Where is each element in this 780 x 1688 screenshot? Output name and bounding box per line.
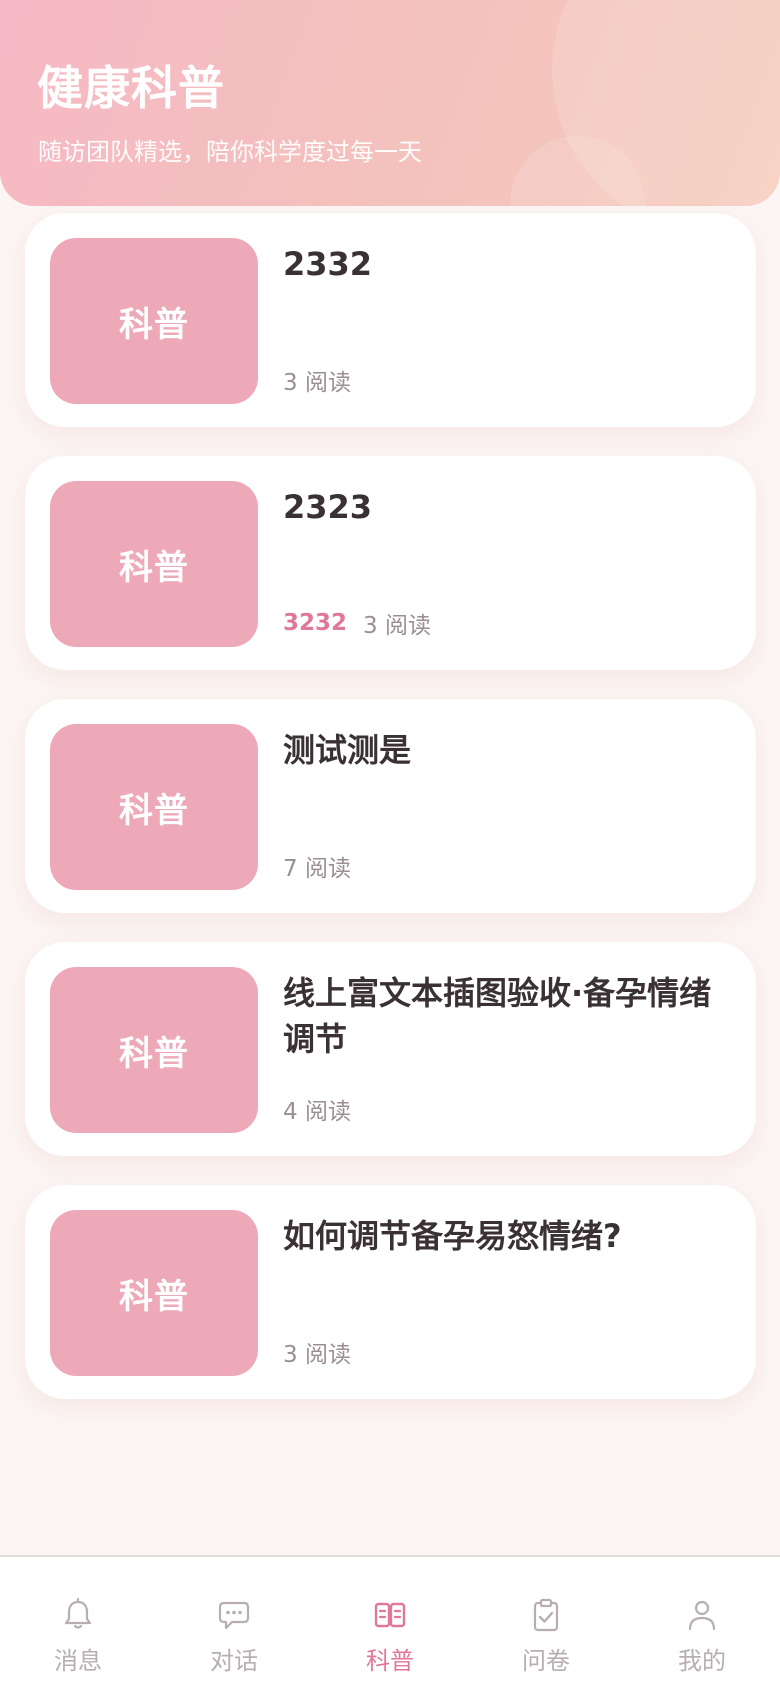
article-thumbnail: 科普 bbox=[50, 1210, 258, 1376]
bottom-tab-bar: 消息 对话 科普 问卷 我的 bbox=[0, 1555, 780, 1688]
article-meta: 3 阅读 bbox=[283, 363, 351, 397]
article-meta: 3232 3 阅读 bbox=[283, 606, 431, 640]
article-tag: 3232 bbox=[283, 610, 348, 636]
chat-bubble-icon bbox=[218, 1601, 250, 1630]
article-card[interactable]: 科普 2332 3 阅读 bbox=[25, 213, 756, 427]
page: 健康科普 随访团队精选，陪你科学度过每一天 科普 2332 3 阅读 科普 23… bbox=[0, 0, 780, 1688]
tab-label: 消息 bbox=[54, 1647, 102, 1675]
article-title: 测试测是 bbox=[283, 731, 412, 769]
article-card[interactable]: 科普 如何调节备孕易怒情绪? 3 阅读 bbox=[25, 1185, 756, 1399]
tab-chat[interactable]: 对话 bbox=[156, 1557, 312, 1688]
tab-label: 问卷 bbox=[522, 1647, 570, 1675]
article-read-count: 3 阅读 bbox=[283, 370, 351, 396]
article-title: 2323 bbox=[283, 488, 373, 526]
article-read-count: 3 阅读 bbox=[363, 613, 431, 639]
tab-survey[interactable]: 问卷 bbox=[468, 1557, 624, 1688]
article-thumbnail: 科普 bbox=[50, 967, 258, 1133]
book-open-icon bbox=[374, 1602, 406, 1628]
article-list: 科普 2332 3 阅读 科普 2323 3232 3 阅读 科普 测试测是 7… bbox=[25, 213, 756, 1428]
clipboard-check-icon bbox=[533, 1598, 559, 1632]
tab-profile[interactable]: 我的 bbox=[624, 1557, 780, 1688]
page-header: 健康科普 随访团队精选，陪你科学度过每一天 bbox=[0, 0, 780, 206]
user-icon bbox=[688, 1600, 716, 1631]
article-card[interactable]: 科普 测试测是 7 阅读 bbox=[25, 699, 756, 913]
tab-science[interactable]: 科普 bbox=[312, 1557, 468, 1688]
article-read-count: 3 阅读 bbox=[283, 1342, 351, 1368]
article-meta: 4 阅读 bbox=[283, 1092, 351, 1126]
article-read-count: 7 阅读 bbox=[283, 856, 351, 882]
tab-label: 我的 bbox=[678, 1647, 726, 1675]
article-meta: 7 阅读 bbox=[283, 849, 351, 883]
tab-messages[interactable]: 消息 bbox=[0, 1557, 156, 1688]
article-title: 线上富文本插图验收·备孕情绪调节 bbox=[283, 974, 712, 1058]
article-thumbnail: 科普 bbox=[50, 238, 258, 404]
page-title: 健康科普 bbox=[37, 61, 225, 115]
article-thumbnail: 科普 bbox=[50, 724, 258, 890]
article-title: 如何调节备孕易怒情绪? bbox=[283, 1217, 622, 1255]
article-thumbnail: 科普 bbox=[50, 481, 258, 647]
article-card[interactable]: 科普 线上富文本插图验收·备孕情绪调节 4 阅读 bbox=[25, 942, 756, 1156]
article-meta: 3 阅读 bbox=[283, 1335, 351, 1369]
page-subtitle: 随访团队精选，陪你科学度过每一天 bbox=[38, 138, 422, 166]
article-read-count: 4 阅读 bbox=[283, 1099, 351, 1125]
tab-label: 科普 bbox=[366, 1647, 414, 1675]
tab-label: 对话 bbox=[210, 1647, 258, 1675]
article-card[interactable]: 科普 2323 3232 3 阅读 bbox=[25, 456, 756, 670]
bell-icon bbox=[64, 1597, 92, 1629]
article-title: 2332 bbox=[283, 245, 373, 283]
